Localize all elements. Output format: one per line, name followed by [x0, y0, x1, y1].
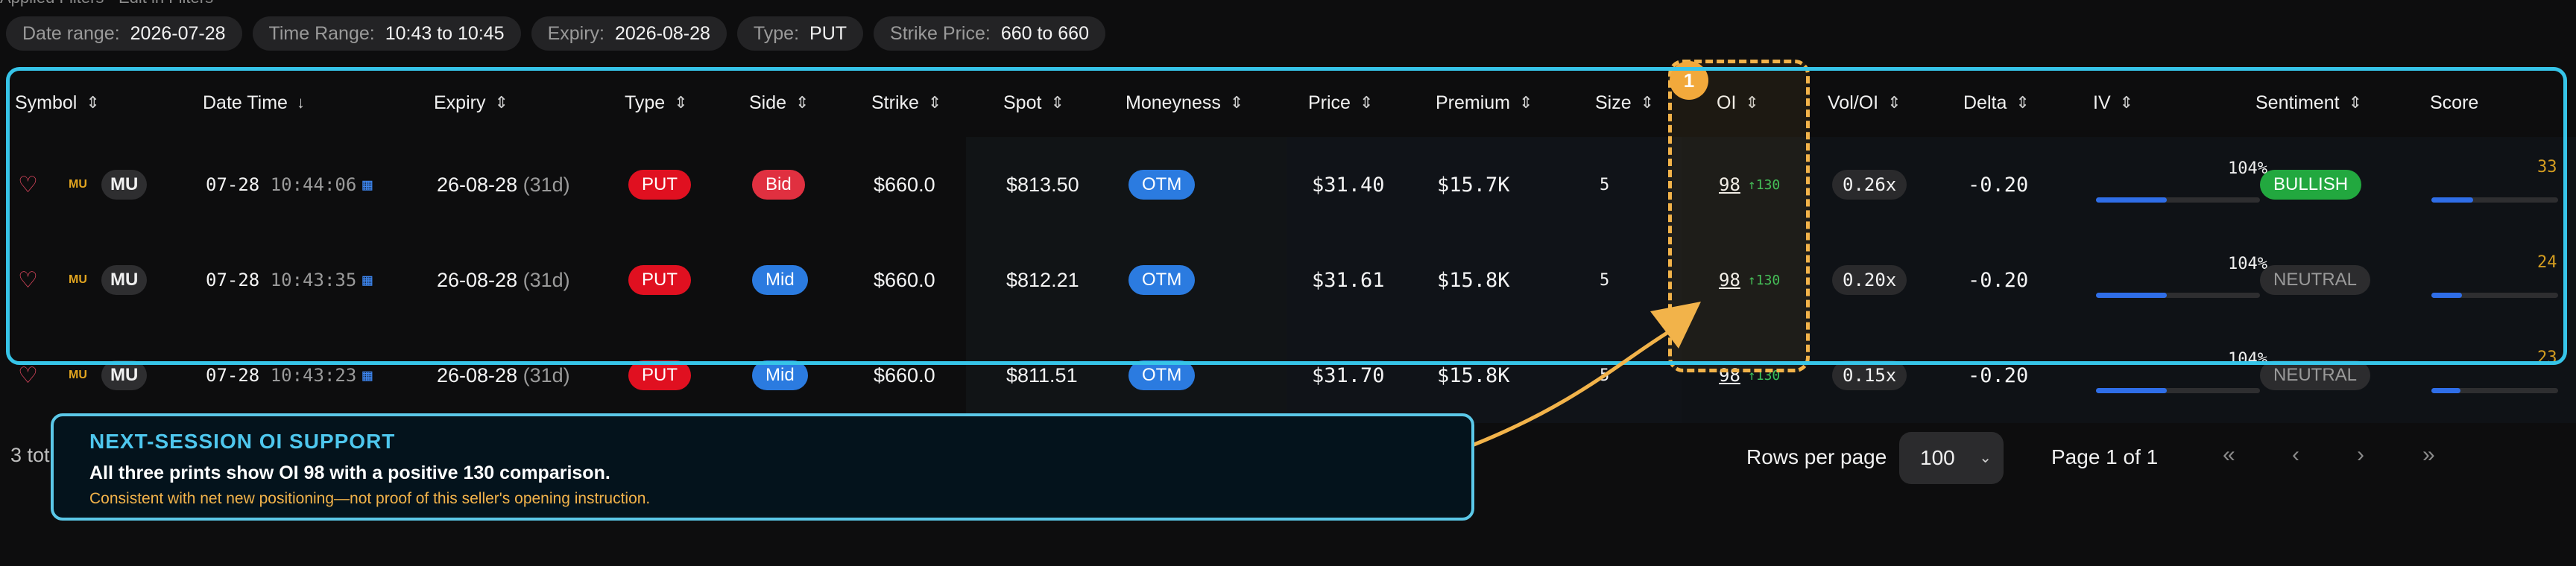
last-page-button[interactable]: »: [2422, 442, 2435, 468]
rows-per-page-value: 100: [1920, 446, 1955, 469]
chip-value: PUT: [809, 22, 847, 44]
rows-per-page-label: Rows per page: [1746, 445, 1887, 468]
next-page-button[interactable]: ›: [2357, 442, 2364, 468]
row-count: 3 tot: [10, 444, 50, 466]
filter-chip-expiry[interactable]: Expiry: 2026-08-28: [531, 16, 727, 51]
chip-value: 10:43 to 10:45: [385, 22, 505, 44]
filter-chip-strike[interactable]: Strike Price: 660 to 660: [874, 16, 1105, 51]
type-badge: PUT: [628, 360, 691, 390]
chip-label: Strike Price:: [890, 22, 991, 44]
sentiment-badge: NEUTRAL: [2260, 360, 2371, 390]
applied-filters-label: Applied Filters · Edit in Filters: [0, 0, 213, 7]
chip-value: 2026-08-28: [615, 22, 710, 44]
days-to-expiry: (31d): [523, 363, 570, 387]
trade-date: 07-28: [206, 365, 260, 386]
annotation-callout: NEXT-SESSION OI SUPPORT All three prints…: [51, 413, 1474, 521]
score-fill: [2431, 388, 2460, 393]
chip-label: Expiry:: [547, 22, 604, 44]
chip-label: Time Range:: [268, 22, 375, 44]
voloi-value: 0.15x: [1832, 360, 1907, 390]
callout-body: All three prints show OI 98 with a posit…: [89, 462, 610, 483]
filter-chip-time-range[interactable]: Time Range: 10:43 to 10:45: [252, 16, 521, 51]
chip-label: Date range:: [22, 22, 120, 44]
chip-value: 660 to 660: [1000, 22, 1089, 44]
symbol-badge[interactable]: MU: [101, 360, 148, 390]
expiry-date: 26-08-28: [437, 363, 518, 387]
chip-label: Type:: [753, 22, 800, 44]
side-badge: Mid: [752, 360, 808, 390]
moneyness-badge: OTM: [1128, 360, 1196, 390]
callout-note: Consistent with net new positioning—not …: [89, 490, 651, 507]
calendar-icon[interactable]: ▦: [362, 366, 372, 385]
filter-chips: Date range: 2026-07-28 Time Range: 10:43 t…: [6, 16, 1105, 51]
rows-per-page-select[interactable]: 100 ⌄: [1899, 432, 2004, 484]
first-page-button[interactable]: «: [2223, 442, 2235, 468]
iv-fill: [2096, 388, 2167, 393]
selected-rows-outline: [6, 67, 2567, 365]
iv-track: [2096, 388, 2260, 393]
chevron-down-icon: ⌄: [1979, 450, 1992, 466]
prev-page-button[interactable]: ‹: [2292, 442, 2299, 468]
trade-time: 10:43:23: [270, 365, 357, 386]
chip-value: 2026-07-28: [130, 22, 226, 44]
filter-chip-date-range[interactable]: Date range: 2026-07-28: [6, 16, 242, 51]
filter-chip-type[interactable]: Type: PUT: [736, 16, 864, 51]
page-info: Page 1 of 1: [2051, 445, 2159, 468]
callout-title: NEXT-SESSION OI SUPPORT: [89, 430, 396, 453]
score-track: [2431, 388, 2558, 393]
